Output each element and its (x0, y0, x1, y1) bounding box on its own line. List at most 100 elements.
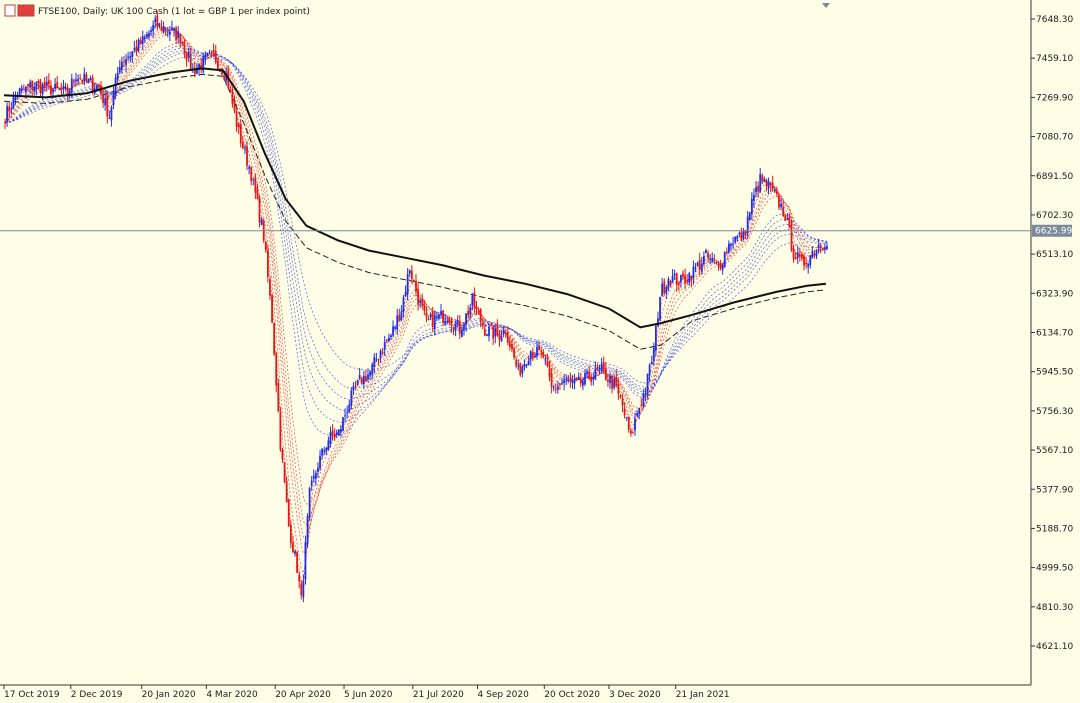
candle-body (586, 371, 588, 375)
candle-body (133, 48, 136, 51)
candle-body (110, 107, 113, 121)
candle-body (609, 376, 611, 384)
candle-body (508, 342, 511, 348)
candle-body (805, 262, 807, 265)
candle-body (54, 83, 57, 89)
candle-body (671, 276, 674, 283)
candle-body (45, 81, 48, 86)
candle-body (47, 80, 50, 85)
candle-body (43, 82, 46, 88)
candle-body (425, 312, 428, 318)
candle-body (390, 335, 392, 338)
candle-body (235, 111, 238, 127)
candle-body (692, 266, 695, 278)
candle-body (435, 316, 438, 319)
candle-body (171, 27, 173, 31)
x-tick-label: 2 Dec 2019 (71, 690, 123, 700)
candle-body (127, 56, 130, 58)
candle-body (285, 480, 288, 503)
candle-body (732, 243, 734, 245)
candle-body (577, 376, 580, 380)
candle-body (231, 89, 234, 104)
candle-body (173, 27, 175, 30)
candle-body (719, 264, 722, 269)
y-tick-label: 6891.50 (1036, 172, 1073, 182)
candle-body (87, 79, 90, 83)
candle-body (634, 418, 636, 431)
candle-body (600, 364, 603, 371)
candle-body (611, 376, 613, 389)
candle-body (304, 542, 307, 580)
candle-body (479, 309, 482, 322)
candle-body (148, 32, 150, 37)
candle-body (673, 273, 676, 276)
candle-body (644, 393, 647, 396)
candle-body (264, 241, 267, 251)
candle-body (506, 332, 509, 343)
candle-body (317, 467, 319, 472)
chart-type-icon[interactable] (4, 4, 16, 17)
candle-body (383, 341, 386, 350)
candle-body (39, 81, 42, 93)
candle-body (325, 447, 328, 452)
chart-background (0, 0, 1080, 703)
candle-body (579, 379, 582, 384)
candle-body (709, 259, 712, 261)
candle-body (527, 361, 530, 365)
candle-body (8, 106, 11, 112)
candle-body (214, 51, 217, 63)
candle-body (475, 306, 478, 309)
candle-body (755, 187, 757, 193)
candle-body (135, 46, 138, 52)
candle-body (131, 51, 134, 57)
candle-body (454, 322, 457, 330)
y-tick-label: 4621.10 (1036, 642, 1073, 652)
candle-body (621, 398, 624, 406)
candle-body (373, 357, 376, 367)
candle-body (481, 322, 484, 327)
candle-body (511, 344, 513, 349)
candle-body (273, 322, 276, 355)
candle-body (287, 499, 290, 527)
candle-body (625, 417, 628, 419)
candle-body (531, 351, 534, 358)
candle-body (35, 82, 38, 90)
candle-body (598, 368, 601, 370)
candle-body (125, 59, 127, 65)
candle-body (156, 15, 159, 28)
candle-body (715, 262, 718, 264)
candle-body (500, 336, 503, 342)
candle-body (300, 583, 303, 595)
candle-body (775, 191, 778, 194)
y-tick-label: 7648.30 (1036, 15, 1073, 25)
candle-body (348, 404, 351, 413)
candle-body (486, 334, 488, 336)
candle-body (565, 378, 568, 380)
candle-body (168, 31, 171, 35)
candle-body (269, 279, 271, 296)
candle-body (782, 206, 785, 217)
candle-body (742, 230, 745, 239)
candle-body (473, 292, 476, 309)
candle-body (780, 203, 782, 208)
candle-body (423, 305, 426, 311)
candle-body (773, 189, 776, 192)
candle-body (427, 318, 430, 320)
candle-body (488, 326, 490, 337)
candle-body (694, 267, 697, 269)
candle-body (450, 320, 453, 326)
candle-body (185, 52, 188, 60)
candle-body (275, 353, 278, 386)
candle-body (717, 263, 720, 266)
candle-body (369, 371, 372, 376)
x-tick-label: 20 Oct 2020 (544, 690, 600, 700)
candle-body (377, 358, 380, 360)
candle-body (790, 224, 793, 250)
candle-body (145, 33, 148, 38)
candle-body (175, 27, 178, 41)
candle-body (521, 366, 524, 374)
candle-body (106, 96, 109, 117)
candle-body (312, 475, 315, 479)
candle-body (37, 80, 40, 84)
candle-body (371, 364, 374, 375)
